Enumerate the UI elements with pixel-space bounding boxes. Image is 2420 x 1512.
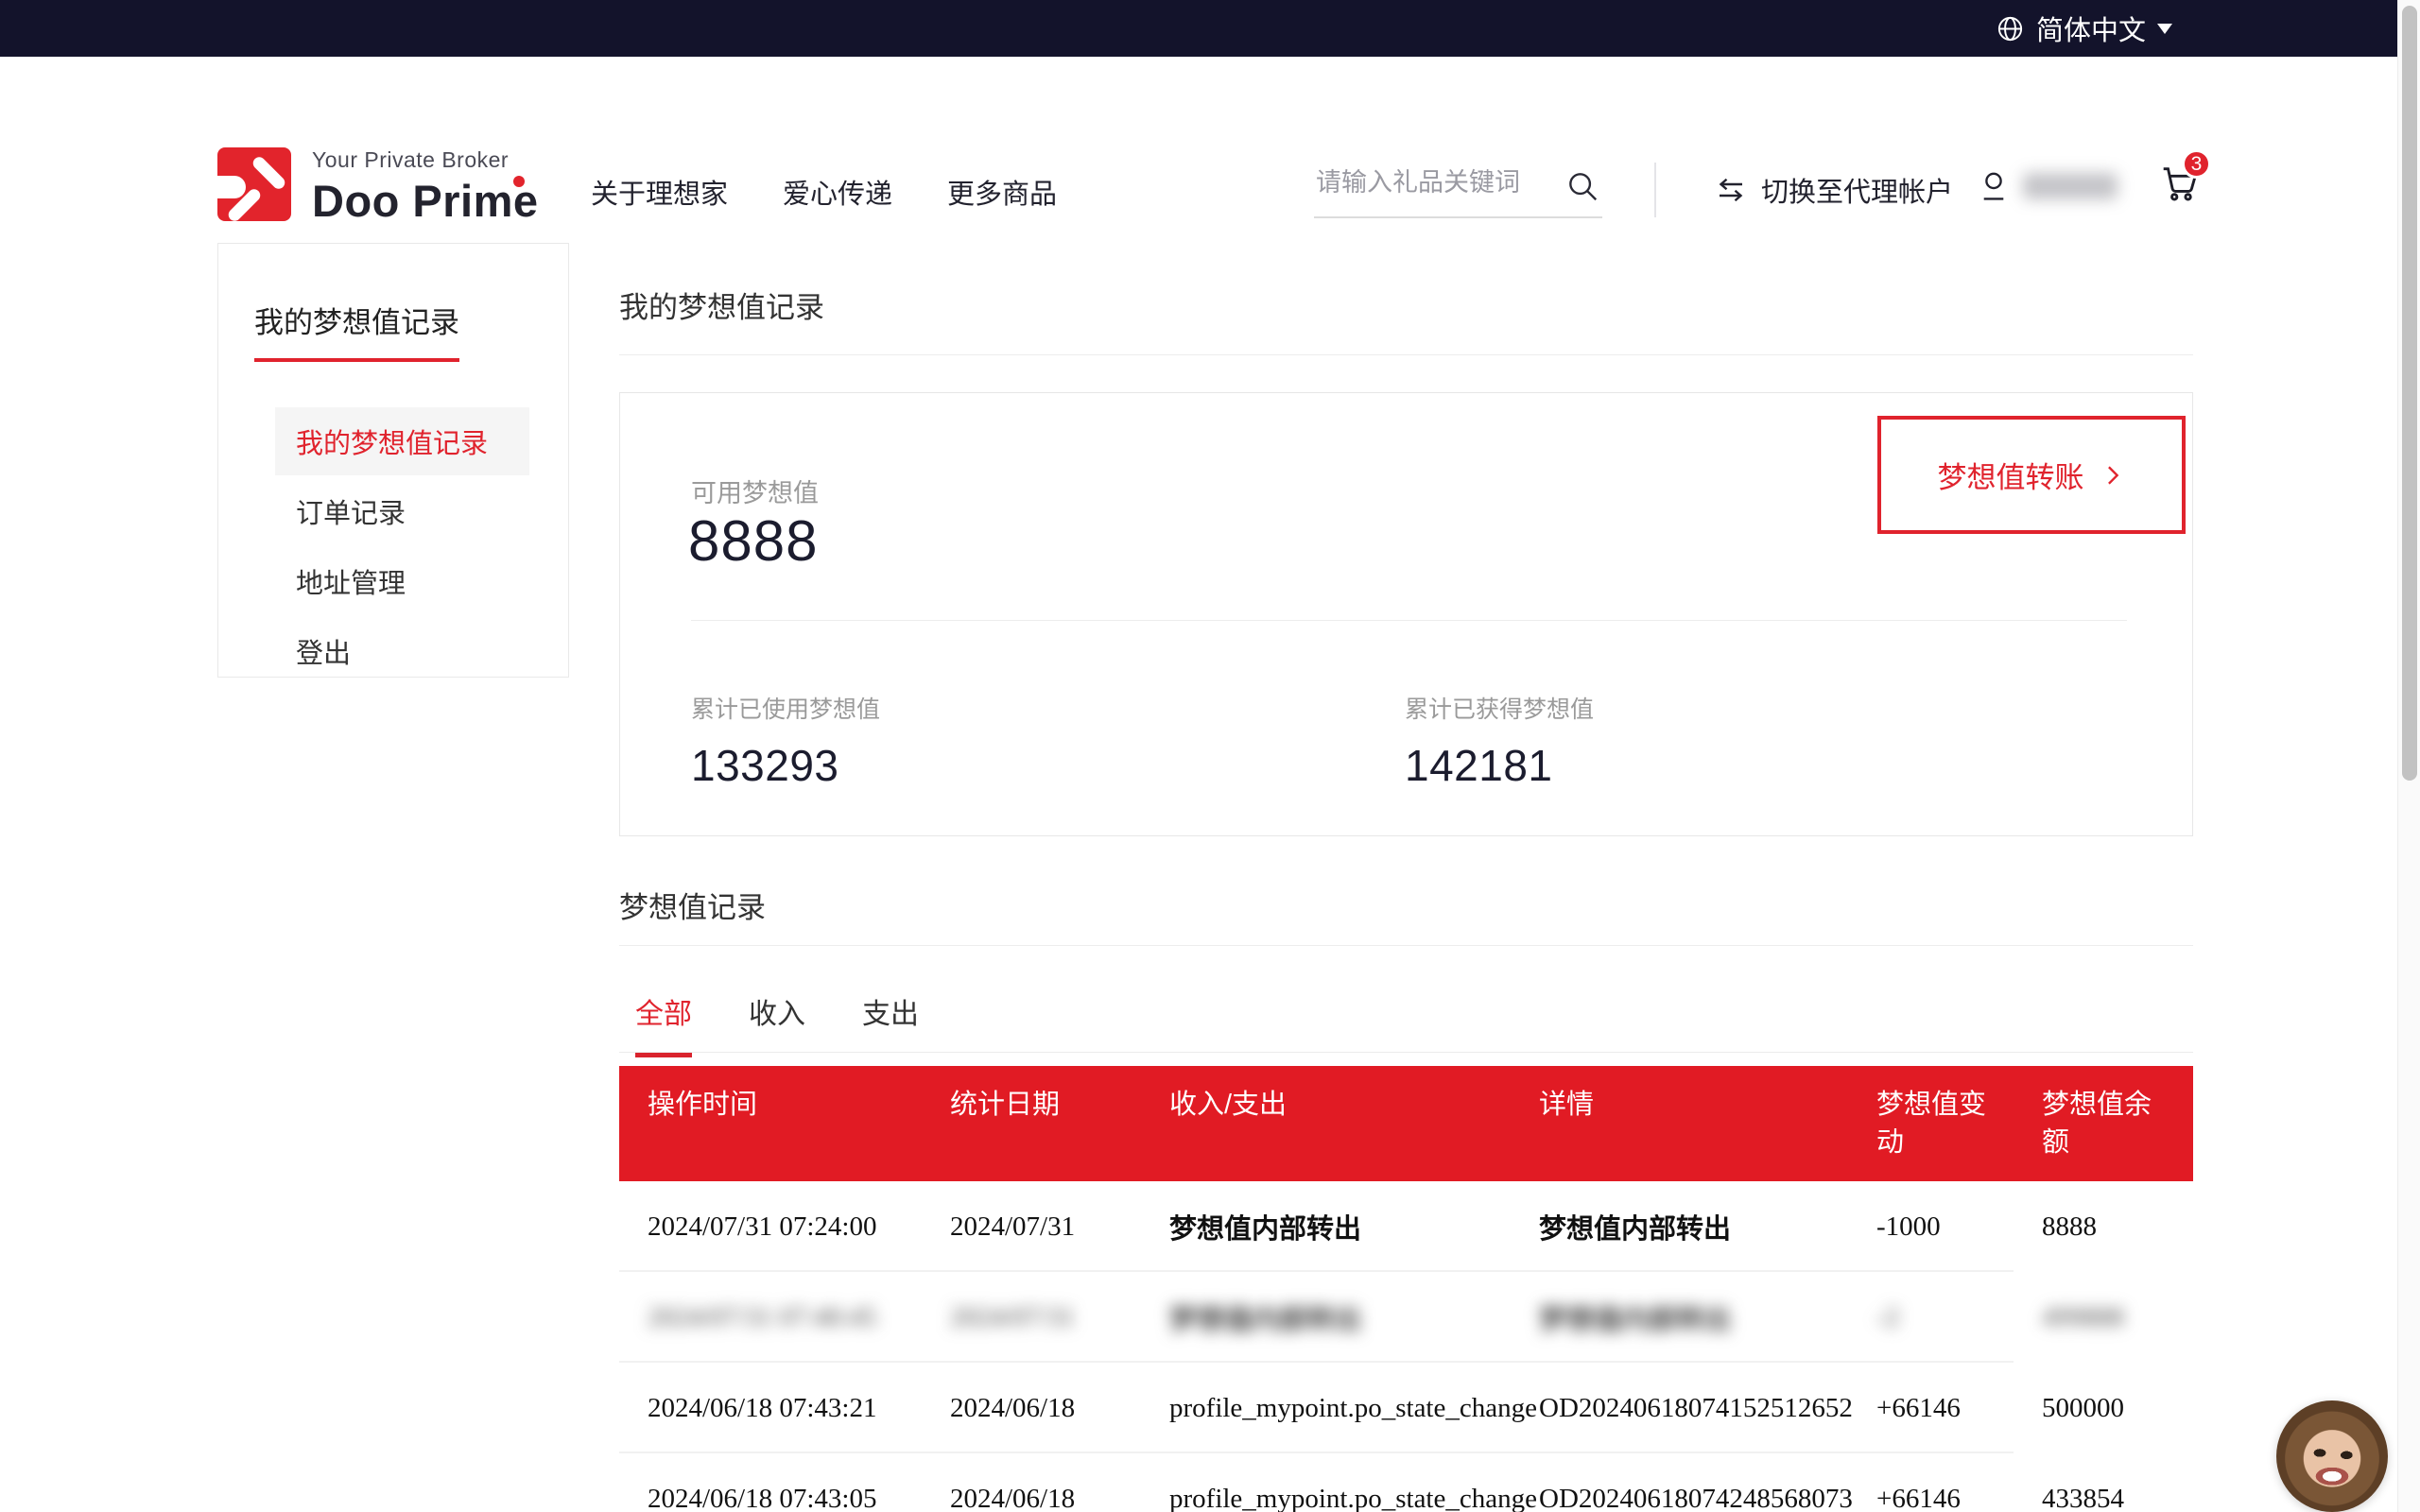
sidebar-item-my-points-record[interactable]: 我的梦想值记录 <box>275 407 529 475</box>
scrollbar-thumb[interactable] <box>2402 6 2417 781</box>
cell-points-balance: 500000 <box>2014 1393 2193 1424</box>
records-tabs: 全部 收入 支出 <box>635 990 919 1057</box>
sidebar-item-address-management[interactable]: 地址管理 <box>275 547 529 615</box>
language-selector[interactable]: 简体中文 <box>1996 9 2172 48</box>
cell-income-expense: profile_mypoint.po_state_change <box>1141 1393 1511 1424</box>
cell-points-change: +66146 <box>1848 1484 2014 1512</box>
divider <box>691 620 2127 621</box>
page-title: 我的梦想值记录 <box>619 284 824 326</box>
cell-points-change: +66146 <box>1848 1393 2014 1424</box>
points-transfer-label: 梦想值转账 <box>1938 454 2084 496</box>
main-nav: 关于理想家 爱心传递 更多商品 <box>591 172 1057 212</box>
cell-points-change: -2 <box>1848 1302 2014 1333</box>
divider <box>619 945 2193 946</box>
cell-income-expense: profile_mypoint.po_state_change <box>1141 1484 1511 1512</box>
topbar: 简体中文 <box>0 0 2397 57</box>
cell-stat-date: 2024/06/18 <box>922 1484 1141 1512</box>
cell-stat-date: 2024/06/18 <box>922 1393 1141 1424</box>
logo-tagline: Your Private Broker <box>312 147 539 173</box>
cell-detail: 梦想值内部转出 <box>1511 1207 1848 1246</box>
globe-icon <box>1996 14 2025 43</box>
column-header-detail: 详情 <box>1511 1086 1848 1161</box>
logo-i-dot <box>513 176 525 187</box>
available-points-value: 8888 <box>688 508 818 574</box>
records-section-title: 梦想值记录 <box>619 884 766 926</box>
tab-all[interactable]: 全部 <box>635 990 692 1057</box>
table-row: 2024/06/18 07:43:05 2024/06/18 profile_m… <box>619 1453 2193 1512</box>
cell-detail: 梦想值内部转出 <box>1511 1297 1848 1337</box>
earned-points-label: 累计已获得梦想值 <box>1405 691 1594 725</box>
cell-points-balance: 433854 <box>2014 1484 2193 1512</box>
column-header-points-balance: 梦想值余额 <box>2014 1086 2193 1161</box>
table-row-redacted: 2024/07/31 07:40:45 2024/07/31 梦想值内部转出 梦… <box>619 1272 2193 1363</box>
cart-button[interactable]: 3 <box>2157 161 2201 204</box>
account-menu[interactable] <box>1976 168 2118 204</box>
table-row: 2024/06/18 07:43:21 2024/06/18 profile_m… <box>619 1363 2193 1453</box>
records-table-body: 2024/07/31 07:24:00 2024/07/31 梦想值内部转出 梦… <box>619 1181 2193 1512</box>
search-input[interactable] <box>1314 168 1602 218</box>
header-divider <box>1654 163 1656 217</box>
language-label: 简体中文 <box>2036 9 2146 48</box>
cell-operation-time: 2024/06/18 07:43:21 <box>619 1393 922 1424</box>
cell-stat-date: 2024/07/31 <box>922 1302 1141 1333</box>
caret-down-icon <box>2157 24 2172 42</box>
cart-count-badge: 3 <box>2182 149 2211 179</box>
account-name-redacted <box>2023 173 2118 199</box>
cell-income-expense: 梦想值内部转出 <box>1141 1297 1511 1337</box>
used-points-label: 累计已使用梦想值 <box>691 691 880 725</box>
divider <box>619 1052 2193 1053</box>
cell-detail: OD20240618074152512652 <box>1511 1393 1848 1424</box>
person-icon <box>1976 168 2012 204</box>
sidebar-menu: 我的梦想值记录 订单记录 地址管理 登出 <box>218 407 568 685</box>
cell-operation-time: 2024/07/31 07:40:45 <box>619 1302 922 1333</box>
switch-account-label: 切换至代理帐户 <box>1761 170 1953 210</box>
cell-points-balance: 499888 <box>2014 1302 2193 1333</box>
records-table-header: 操作时间 统计日期 收入/支出 详情 梦想值变动 梦想值余额 <box>619 1066 2193 1181</box>
sidebar-title: 我的梦想值记录 <box>254 299 459 362</box>
tab-expense[interactable]: 支出 <box>862 990 919 1057</box>
table-row: 2024/07/31 07:24:00 2024/07/31 梦想值内部转出 梦… <box>619 1181 2193 1272</box>
column-header-operation-time: 操作时间 <box>619 1086 922 1161</box>
cell-points-balance: 8888 <box>2014 1211 2193 1243</box>
doo-logo-icon <box>217 147 291 221</box>
column-header-income-expense: 收入/支出 <box>1141 1086 1511 1161</box>
divider <box>619 354 2193 355</box>
cell-stat-date: 2024/07/31 <box>922 1211 1141 1243</box>
points-transfer-button[interactable]: 梦想值转账 <box>1877 416 2186 534</box>
search-icon[interactable] <box>1564 168 1600 204</box>
available-points-label: 可用梦想值 <box>691 472 819 509</box>
nav-item-charity[interactable]: 爱心传递 <box>783 172 892 212</box>
site-header: Your Private Broker Doo Prime 关于理想家 爱心传递… <box>0 57 2397 197</box>
nav-item-about[interactable]: 关于理想家 <box>591 172 728 212</box>
cell-detail: OD20240618074248568073 <box>1511 1484 1848 1512</box>
nav-item-more-products[interactable]: 更多商品 <box>947 172 1057 212</box>
switch-account-button[interactable]: 切换至代理帐户 <box>1714 170 1953 210</box>
cell-income-expense: 梦想值内部转出 <box>1141 1207 1511 1246</box>
search-box <box>1314 168 1602 218</box>
brand-logo[interactable]: Your Private Broker Doo Prime <box>217 147 539 227</box>
logo-brand: Doo Prime <box>312 175 539 227</box>
sidebar-item-logout[interactable]: 登出 <box>275 617 529 685</box>
tab-income[interactable]: 收入 <box>749 990 805 1057</box>
scrollbar-track[interactable] <box>2397 0 2420 1512</box>
sidebar-item-order-record[interactable]: 订单记录 <box>275 477 529 545</box>
used-points-stat: 累计已使用梦想值 133293 <box>691 691 880 791</box>
earned-points-stat: 累计已获得梦想值 142181 <box>1405 691 1594 791</box>
used-points-value: 133293 <box>691 740 880 791</box>
cell-operation-time: 2024/07/31 07:24:00 <box>619 1211 922 1243</box>
swap-arrows-icon <box>1714 173 1748 207</box>
sidebar: 我的梦想值记录 我的梦想值记录 订单记录 地址管理 登出 <box>217 243 569 678</box>
points-summary-card: 可用梦想值 8888 梦想值转账 累计已使用梦想值 133293 累计已获得梦想… <box>619 392 2193 836</box>
cell-operation-time: 2024/06/18 07:43:05 <box>619 1484 922 1512</box>
chevron-right-icon <box>2100 462 2126 489</box>
earned-points-value: 142181 <box>1405 740 1594 791</box>
webcam-avatar[interactable] <box>2276 1400 2388 1512</box>
column-header-stat-date: 统计日期 <box>922 1086 1141 1161</box>
column-header-points-change: 梦想值变动 <box>1848 1086 2014 1161</box>
cell-points-change: -1000 <box>1848 1211 2014 1243</box>
